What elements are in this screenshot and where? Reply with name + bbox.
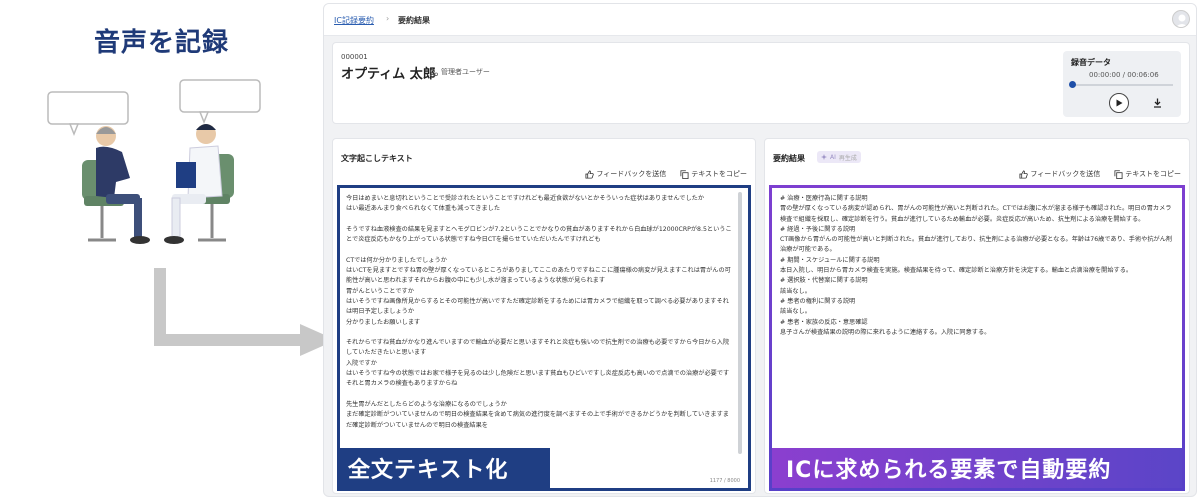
recording-seek-track[interactable] [1071,84,1173,86]
app-window: IC記録要約 › 要約結果 000001 オプティム 太郎 管理者ユーザー 録音… [323,3,1197,497]
summary-text: # 治療・医療行為に関する説明 胃の壁が厚くなっている病変が認められ、胃がんの可… [780,195,1173,336]
sparkle-icon [821,154,827,160]
user-role-icon [429,68,438,76]
left-banner: 全文テキスト化 [340,448,550,488]
summary-feedback-label: フィードバックを送信 [1030,170,1101,178]
top-bar: IC記録要約 › 要約結果 [324,4,1196,36]
summary-title: 要約結果 [773,154,805,163]
doctor-patient-illustration [47,79,261,244]
flow-arrow [154,268,336,356]
copy-icon [1114,169,1123,179]
recording-title: 録音データ [1071,58,1111,67]
breadcrumb-separator: › [386,14,390,23]
transcript-scrollbar[interactable] [738,192,742,454]
transcript-feedback-button[interactable]: フィードバックを送信 [585,169,666,179]
ai-badge-label: AI [830,153,836,161]
thumbs-up-icon [1019,169,1029,179]
avatar[interactable] [1172,10,1190,28]
summary-copy-button[interactable]: テキストをコピー [1114,169,1181,179]
summary-copy-label: テキストをコピー [1125,170,1181,178]
transcript-copy-label: テキストをコピー [691,170,747,178]
regenerate-label: 再生成 [838,154,857,162]
breadcrumb-parent-link[interactable]: IC記録要約 [334,15,374,26]
summary-textarea[interactable]: # 治療・医療行為に関する説明 胃の壁が厚くなっている病変が認められ、胃がんの可… [769,185,1185,491]
ai-regenerate-button[interactable]: AI 再生成 [817,151,861,163]
transcript-actions: フィードバックを送信 テキストをコピー [585,169,747,179]
patient-id: 000001 [341,53,368,61]
user-role: 管理者ユーザー [429,67,490,77]
user-icon [1175,14,1189,27]
download-button[interactable] [1153,98,1162,111]
play-icon [1116,99,1123,107]
speech-bubble-left [47,91,129,125]
transcript-textarea[interactable]: 今日はめまいと息切れということで受診されたということですけれども最近食欲がないと… [337,185,751,491]
right-banner: ICに求められる要素で自動要約 [772,448,1182,488]
transcript-title: 文字起こしテキスト [341,154,413,163]
recording-player: 録音データ 00:00:00 / 00:06:06 [1063,51,1181,117]
recording-seek-handle[interactable] [1069,81,1076,88]
patient-name: オプティム 太郎 [341,67,436,82]
left-title: 音声を記録 [94,28,230,58]
summary-feedback-button[interactable]: フィードバックを送信 [1019,169,1100,179]
transcript-text: 今日はめまいと息切れということで受診されたということですけれども最近食欲がないと… [346,195,732,429]
play-button[interactable] [1109,93,1129,113]
transcript-char-count: 1177 / 8000 [709,478,740,484]
summary-panel: 要約結果 AI 再生成 フィードバックを送信 テキストをコピー # 治療・医療行… [764,138,1190,494]
download-icon [1154,98,1161,108]
transcript-panel: 文字起こしテキスト フィードバックを送信 テキストをコピー 今日はめまいと息切れ… [332,138,756,494]
speech-bubble-right [179,79,261,113]
transcript-feedback-label: フィードバックを送信 [596,170,667,178]
breadcrumb-current: 要約結果 [398,16,430,25]
recording-time: 00:00:00 / 00:06:06 [1089,71,1159,79]
thumbs-up-icon [585,169,595,179]
copy-icon [680,169,689,179]
transcript-copy-button[interactable]: テキストをコピー [680,169,747,179]
user-role-label: 管理者ユーザー [441,68,490,76]
patient-card: 000001 オプティム 太郎 管理者ユーザー 録音データ 00:00:00 /… [332,42,1190,124]
summary-actions: フィードバックを送信 テキストをコピー [1019,169,1181,179]
